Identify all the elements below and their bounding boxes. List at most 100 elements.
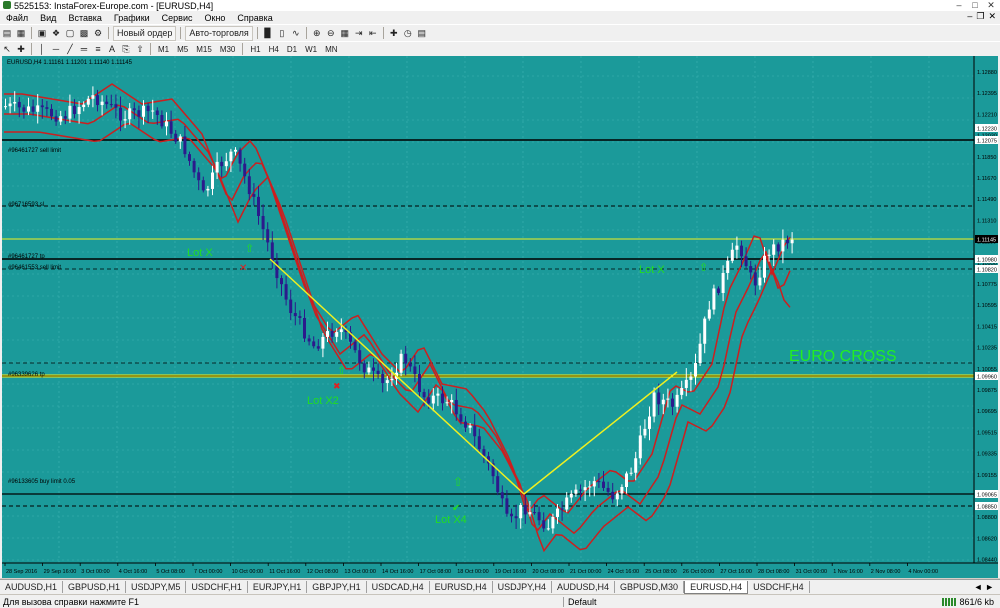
time-tick: 7 Oct 00:00 bbox=[194, 569, 222, 575]
zoom-out-icon[interactable]: ⊖ bbox=[325, 27, 337, 40]
price-tag-label: 1.12230 bbox=[977, 127, 997, 133]
time-tick: 28 Sep 2016 bbox=[6, 569, 37, 575]
chart-tab[interactable]: EURUSD,H4 bbox=[430, 581, 493, 593]
up-arrow-icon: ⇧ bbox=[337, 365, 346, 377]
time-tick: 12 Oct 08:00 bbox=[307, 569, 339, 575]
templates-icon[interactable]: ▤ bbox=[416, 27, 428, 40]
timeframe-m1[interactable]: M1 bbox=[154, 45, 173, 54]
chart-tab[interactable]: GBPUSD,M30 bbox=[615, 581, 685, 593]
time-tick: 18 Oct 00:00 bbox=[457, 569, 489, 575]
timeframe-mn[interactable]: MN bbox=[321, 45, 341, 54]
price-tick: 1.08800 bbox=[977, 515, 997, 521]
level-label-sl: #96716593 sl bbox=[8, 202, 44, 208]
chart-tab[interactable]: USDCHF,H1 bbox=[186, 581, 248, 593]
euro-cross-label: EURO CROSS bbox=[789, 348, 897, 365]
arrows-tool-icon[interactable]: ⇧ bbox=[134, 43, 146, 56]
chart-tab[interactable]: EURJPY,H1 bbox=[248, 581, 308, 593]
trendline-icon[interactable]: ╱ bbox=[64, 43, 76, 56]
price-tag-label: 1.09960 bbox=[977, 375, 997, 381]
label-tool-icon[interactable]: ⎘ bbox=[120, 43, 132, 56]
menu-window[interactable]: Окно bbox=[199, 13, 232, 23]
new-chart-icon[interactable]: ▤ bbox=[1, 27, 13, 40]
price-tick: 1.12880 bbox=[977, 70, 997, 76]
chart-tab[interactable]: AUDUSD,H4 bbox=[552, 581, 616, 593]
autoscroll-icon[interactable]: ⇥ bbox=[353, 27, 365, 40]
menu-charts[interactable]: Графики bbox=[108, 13, 156, 23]
status-help: Для вызова справки нажмите F1 bbox=[3, 596, 140, 607]
chart-tab[interactable]: USDCHF,H4 bbox=[748, 581, 810, 593]
timeframe-h4[interactable]: H4 bbox=[265, 45, 283, 54]
chart-tab[interactable]: USDCAD,H4 bbox=[367, 581, 430, 593]
chart-tab[interactable]: GBPJPY,H1 bbox=[307, 581, 367, 593]
menu-view[interactable]: Вид bbox=[34, 13, 62, 23]
price-tick: 1.10775 bbox=[977, 282, 997, 288]
minimize-icon[interactable]: – bbox=[952, 0, 966, 10]
autotrading-button[interactable]: Авто-торговля bbox=[185, 25, 253, 41]
chart-tab[interactable]: GBPUSD,H1 bbox=[63, 581, 127, 593]
up-arrow-icon: ⇧ bbox=[699, 262, 708, 274]
tab-scroll-arrows-icon[interactable]: ◄ ► bbox=[974, 582, 1000, 592]
timeframe-m5[interactable]: M5 bbox=[173, 45, 192, 54]
chart-tab[interactable]: USDJPY,M5 bbox=[126, 581, 187, 593]
bar-chart-icon[interactable]: ▉ bbox=[262, 27, 274, 40]
price-tick: 1.10235 bbox=[977, 346, 997, 352]
price-tick: 1.08620 bbox=[977, 536, 997, 542]
menu-file[interactable]: Файл bbox=[0, 13, 34, 23]
cursor-icon[interactable]: ↖ bbox=[1, 43, 13, 56]
terminal-icon[interactable]: ▩ bbox=[78, 27, 90, 40]
chart-tab[interactable]: USDJPY,H4 bbox=[493, 581, 553, 593]
time-tick: 20 Oct 08:00 bbox=[532, 569, 564, 575]
chart-tab[interactable]: EURUSD,H4 bbox=[684, 580, 749, 594]
navigator-icon[interactable]: ❖ bbox=[50, 27, 62, 40]
timeframe-w1[interactable]: W1 bbox=[301, 45, 321, 54]
price-tag-label: 1.10980 bbox=[977, 258, 997, 264]
close-icon[interactable]: ✕ bbox=[984, 0, 998, 10]
candlestick-icon[interactable]: ▯ bbox=[276, 27, 288, 40]
vertical-line-icon[interactable]: │ bbox=[36, 43, 48, 56]
time-tick: 27 Oct 16:00 bbox=[720, 569, 752, 575]
time-tick: 28 Oct 08:00 bbox=[758, 569, 790, 575]
profiles-icon[interactable]: ▦ bbox=[15, 27, 27, 40]
periods-icon[interactable]: ◷ bbox=[402, 27, 414, 40]
fibonacci-icon[interactable]: ≡ bbox=[92, 43, 104, 56]
time-tick: 14 Oct 16:00 bbox=[382, 569, 414, 575]
time-tick: 3 Oct 00:00 bbox=[81, 569, 109, 575]
indicators-icon[interactable]: ✚ bbox=[388, 27, 400, 40]
maximize-icon[interactable]: □ bbox=[968, 0, 982, 10]
tile-windows-icon[interactable]: ▦ bbox=[339, 27, 351, 40]
zoom-in-icon[interactable]: ⊕ bbox=[311, 27, 323, 40]
annotation-lot-x4: Lot X4 bbox=[435, 514, 467, 526]
menu-tools[interactable]: Сервис bbox=[156, 13, 199, 23]
time-tick: 31 Oct 00:00 bbox=[796, 569, 828, 575]
menu-help[interactable]: Справка bbox=[231, 13, 278, 23]
timeframe-d1[interactable]: D1 bbox=[283, 45, 301, 54]
timeframe-m15[interactable]: M15 bbox=[192, 45, 216, 54]
status-traffic: 861/6 kb bbox=[942, 597, 1000, 607]
text-tool-icon[interactable]: A bbox=[106, 43, 118, 56]
new-order-button[interactable]: Новый ордер bbox=[113, 25, 177, 41]
crosshair-icon[interactable]: ✚ bbox=[15, 43, 27, 56]
status-profile: Default bbox=[563, 596, 868, 607]
timeframe-h1[interactable]: H1 bbox=[246, 45, 264, 54]
mdi-minimize-icon[interactable]: – bbox=[967, 11, 972, 22]
channel-icon[interactable]: ═ bbox=[78, 43, 90, 56]
level-label-tp: #96461727 tp bbox=[8, 254, 45, 260]
strategy-tester-icon[interactable]: ⚙ bbox=[92, 27, 104, 40]
price-chart[interactable]: ⇧ ✕ ⇧ ✖ ⇧ ✔ ⇧ Lot X Lot X2 Lot X4 Lot X … bbox=[2, 56, 998, 578]
chart-shift-icon[interactable]: ⇤ bbox=[367, 27, 379, 40]
price-tick: 1.09155 bbox=[977, 473, 997, 479]
menu-insert[interactable]: Вставка bbox=[62, 13, 107, 23]
chart-tab[interactable]: AUDUSD,H1 bbox=[0, 581, 64, 593]
mdi-close-icon[interactable]: ✕ bbox=[988, 11, 996, 22]
line-chart-icon[interactable]: ∿ bbox=[290, 27, 302, 40]
horizontal-line-icon[interactable]: ─ bbox=[50, 43, 62, 56]
menu-bar: Файл Вид Вставка Графики Сервис Окно Спр… bbox=[0, 11, 1000, 24]
time-tick: 24 Oct 16:00 bbox=[608, 569, 640, 575]
mdi-restore-icon[interactable]: ❐ bbox=[976, 11, 984, 22]
data-window-icon[interactable]: ▢ bbox=[64, 27, 76, 40]
level-label-buy-limit: #96133605 buy limit 0.05 bbox=[8, 479, 76, 485]
market-watch-icon[interactable]: ▣ bbox=[36, 27, 48, 40]
timeframe-m30[interactable]: M30 bbox=[216, 45, 240, 54]
up-arrow-icon: ⇧ bbox=[245, 243, 254, 255]
check-mark-icon: ✔ bbox=[452, 503, 460, 514]
